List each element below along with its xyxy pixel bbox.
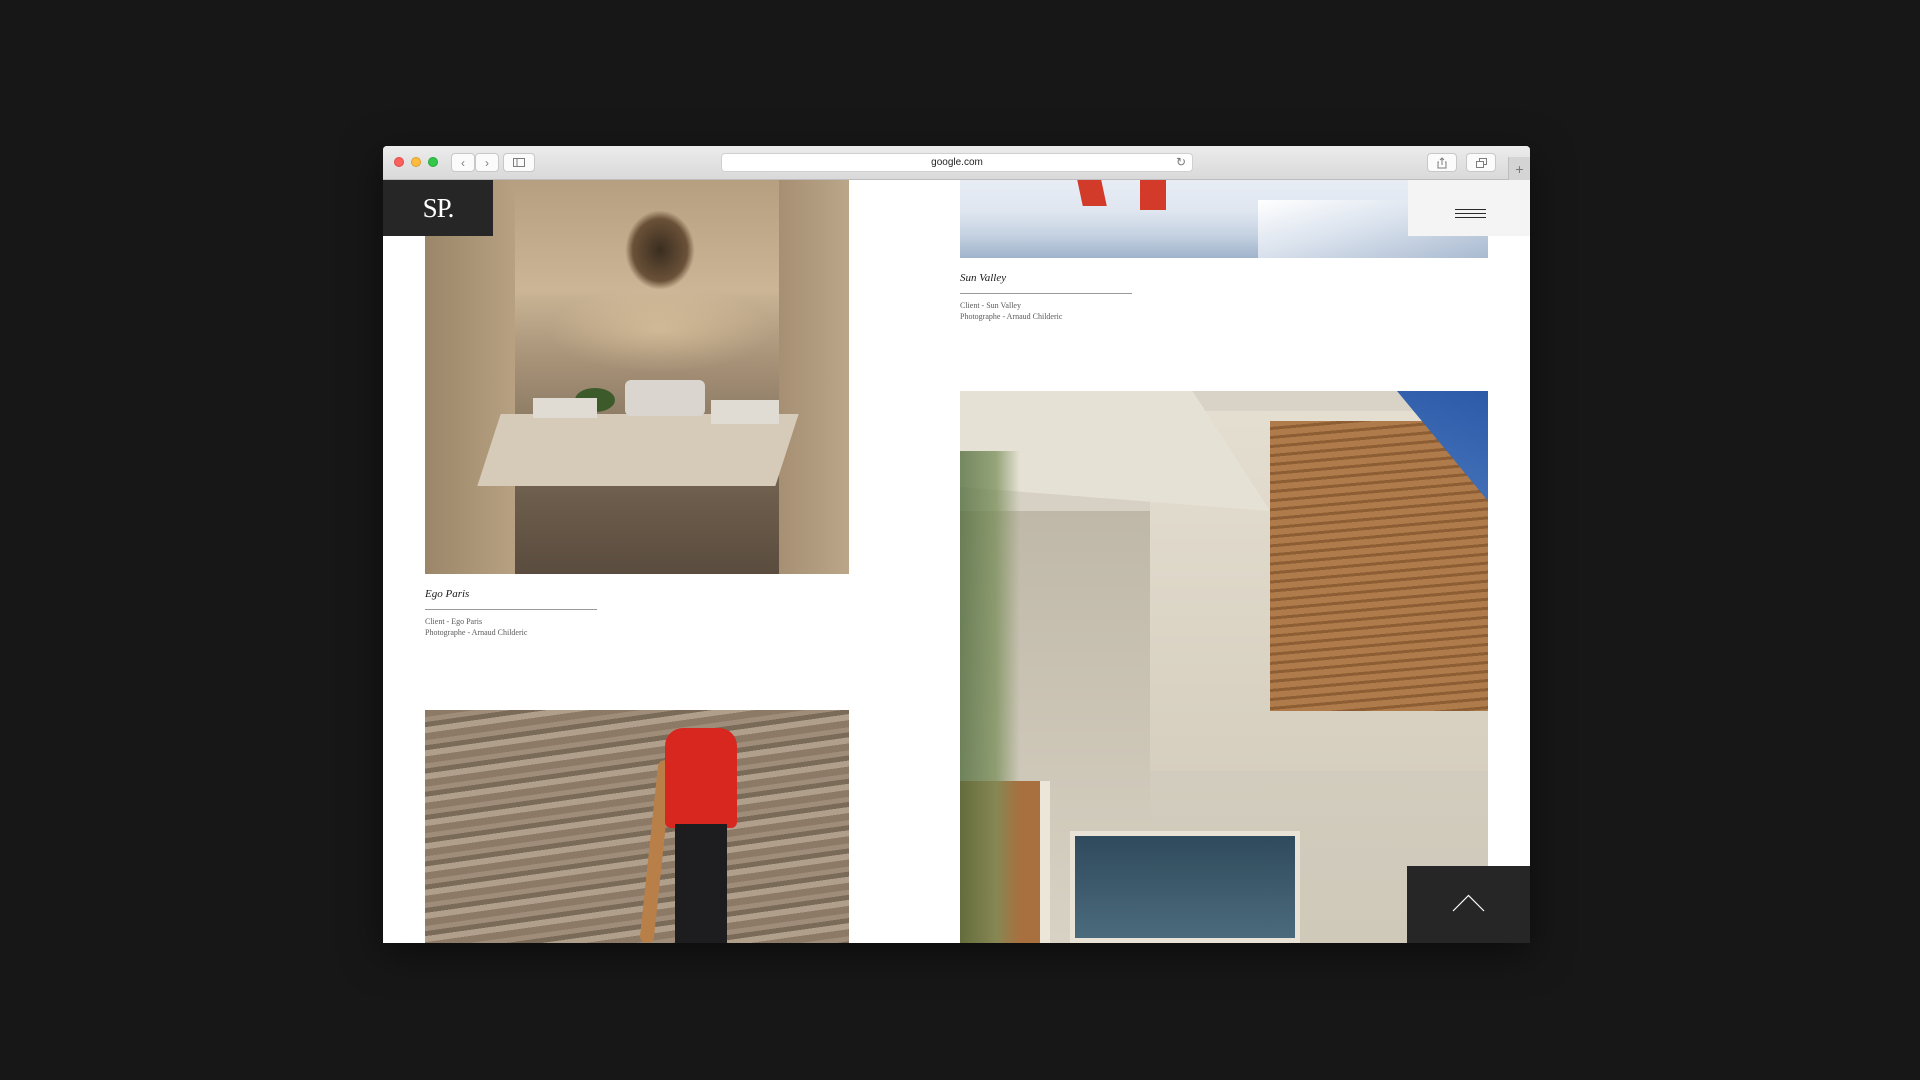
minimize-window-button[interactable] <box>411 157 421 167</box>
sidebar-icon <box>513 158 525 167</box>
chevron-left-icon: ‹ <box>461 155 465 170</box>
tabs-icon <box>1475 157 1487 168</box>
menu-button[interactable] <box>1408 180 1530 236</box>
hamburger-menu-icon <box>1455 209 1486 221</box>
site-logo[interactable]: SP. <box>383 180 493 236</box>
project-photographer: Photographe - Arnaud Childeric <box>425 628 528 637</box>
logo-text: SP. <box>422 192 455 223</box>
forward-button[interactable]: › <box>475 153 499 172</box>
chevron-right-icon: › <box>485 155 489 170</box>
project-title-ego-paris[interactable]: Ego Paris <box>425 588 469 600</box>
project-client: Client - Ego Paris <box>425 617 483 626</box>
back-button[interactable]: ‹ <box>451 153 475 172</box>
sidebar-toggle-button[interactable] <box>503 153 535 172</box>
project-photographer: Photographe - Arnaud Childeric <box>960 312 1063 321</box>
project-client: Client - Sun Valley <box>960 301 1021 310</box>
tab-overview-button[interactable] <box>1466 153 1496 172</box>
reload-icon[interactable]: ↻ <box>1176 155 1186 169</box>
url-text: google.com <box>931 157 983 168</box>
back-to-top-button[interactable] <box>1407 866 1530 943</box>
chevron-up-icon <box>1452 894 1485 912</box>
page-content: Sun Valley Client - Sun Valley Photograp… <box>383 180 1530 943</box>
browser-toolbar: ‹ › google.com ↻ + <box>383 146 1530 180</box>
close-window-button[interactable] <box>394 157 404 167</box>
zoom-window-button[interactable] <box>428 157 438 167</box>
ski-jacket-photo[interactable] <box>425 710 849 943</box>
browser-window: ‹ › google.com ↻ + Sun Valley Client - S… <box>383 146 1530 943</box>
ego-paris-photo[interactable] <box>425 180 849 574</box>
caption-divider <box>425 609 597 610</box>
architecture-photo[interactable] <box>960 391 1488 943</box>
new-tab-button[interactable]: + <box>1508 157 1530 180</box>
share-button[interactable] <box>1427 153 1457 172</box>
address-bar[interactable]: google.com ↻ <box>721 153 1193 172</box>
project-title-sun-valley[interactable]: Sun Valley <box>960 272 1006 284</box>
plus-icon: + <box>1515 160 1524 177</box>
caption-divider <box>960 293 1132 294</box>
share-icon <box>1437 156 1447 168</box>
